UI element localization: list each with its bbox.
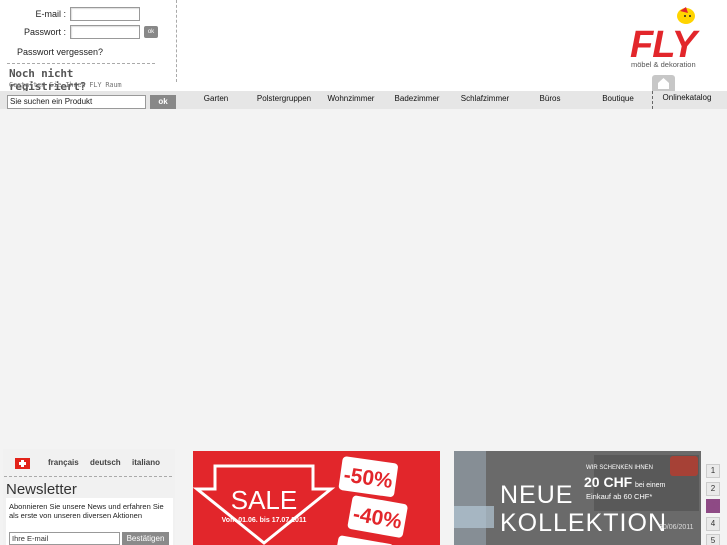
tab-aktuell[interactable]: Aktuell (383, 69, 471, 91)
sale-title: SALE (231, 485, 298, 515)
nav-item-wohnzimmer[interactable]: Wohnzimmer (322, 94, 380, 103)
main-content-area (0, 109, 727, 448)
logo-tagline: möbel & dekoration (631, 60, 696, 69)
sale-banner[interactable]: SALE Vom 01.06. bis 17.07.2011 -50% -40% (193, 451, 440, 545)
collection-line1: NEUE (500, 481, 573, 509)
newsletter-divider (4, 476, 172, 477)
nav-item-bueros[interactable]: Büros (530, 94, 570, 103)
tab-fuer-trendfreaks[interactable]: Für Trendfreaks (275, 69, 379, 91)
lang-italiano[interactable]: italiano (132, 458, 160, 467)
nav-item-boutique[interactable]: Boutique (593, 94, 643, 103)
newsletter-email-input[interactable]: Ihre E-mail (9, 532, 120, 545)
tab-label: Hilfe? (579, 77, 606, 87)
tab-label: Die Kollektion (191, 74, 263, 85)
sale-tag-extra (336, 535, 394, 545)
register-subtitle: Gestalten Sie Ihren FLY Raum (9, 81, 122, 89)
sale-dates: Vom 01.06. bis 17.07.2011 (222, 517, 307, 524)
collection-line2: KOLLEKTION (500, 509, 667, 537)
forgot-password-link[interactable]: Passwort vergessen? (17, 47, 103, 57)
nav-item-schlafzimmer[interactable]: Schlafzimmer (455, 94, 515, 103)
password-label: Passwort : (23, 27, 66, 37)
pager-item[interactable]: 1 (706, 464, 720, 478)
tab-hilfe[interactable]: Hilfe? (554, 74, 631, 91)
email-label: E-mail : (35, 9, 66, 19)
promo-top: WIR SCHENKEN IHNEN (586, 465, 653, 471)
lang-deutsch[interactable]: deutsch (90, 458, 121, 467)
tab-label: FLY und ich (485, 77, 539, 87)
lang-francais[interactable]: français (48, 458, 79, 467)
login-ok-button[interactable]: ok (144, 26, 158, 38)
nav-item-garten[interactable]: Garten (196, 94, 236, 103)
nav-item-polstergruppen[interactable]: Polstergruppen (248, 94, 320, 103)
promo-amount: 20 CHF (584, 474, 633, 490)
search-input[interactable]: Sie suchen ein Produkt (7, 95, 146, 109)
register-title: Noch nicht registriert? (9, 67, 87, 93)
tab-fly-und-ich[interactable]: FLY und ich (474, 74, 550, 91)
tab-label: Für Trendfreaks (286, 74, 368, 85)
register-banner[interactable]: Noch nicht registriert? Gestalten Sie Ih… (7, 63, 155, 93)
fly-logo[interactable]: FLY möbel & dekoration (628, 5, 724, 71)
tab-die-kollektion[interactable]: Die Kollektion (183, 69, 271, 91)
promo-mid: bei einem (635, 482, 666, 489)
pager-item[interactable]: 2 (706, 482, 720, 496)
email-field[interactable] (70, 7, 140, 21)
newsletter-confirm-button[interactable]: Bestätigen (122, 532, 169, 545)
header-divider (176, 0, 177, 82)
newsletter-text: Abonnieren Sie unsere News und erfahren … (9, 502, 164, 520)
newsletter-title: Newsletter (6, 481, 77, 498)
swiss-flag-icon[interactable] (15, 458, 30, 469)
collection-date: 30/06/2011 (659, 524, 694, 531)
nav-item-onlinekatalog[interactable]: Onlinekatalog (656, 93, 718, 102)
search-ok-button[interactable]: ok (150, 95, 176, 109)
nav-separator (652, 91, 653, 109)
pager-item-active[interactable]: 3 (706, 499, 720, 513)
nav-item-badezimmer[interactable]: Badezimmer (388, 94, 446, 103)
collection-banner[interactable]: NEUE KOLLEKTION WIR SCHENKEN IHNEN 20 CH… (454, 451, 701, 545)
password-field[interactable] (70, 25, 140, 39)
tab-home[interactable] (652, 75, 675, 91)
pager-item[interactable]: 4 (706, 517, 720, 531)
promo-bottom: Einkauf ab 60 CHF* (586, 492, 652, 501)
tab-label: Aktuell (409, 74, 445, 85)
home-icon (658, 78, 669, 89)
pager-item[interactable]: 5 (706, 534, 720, 545)
